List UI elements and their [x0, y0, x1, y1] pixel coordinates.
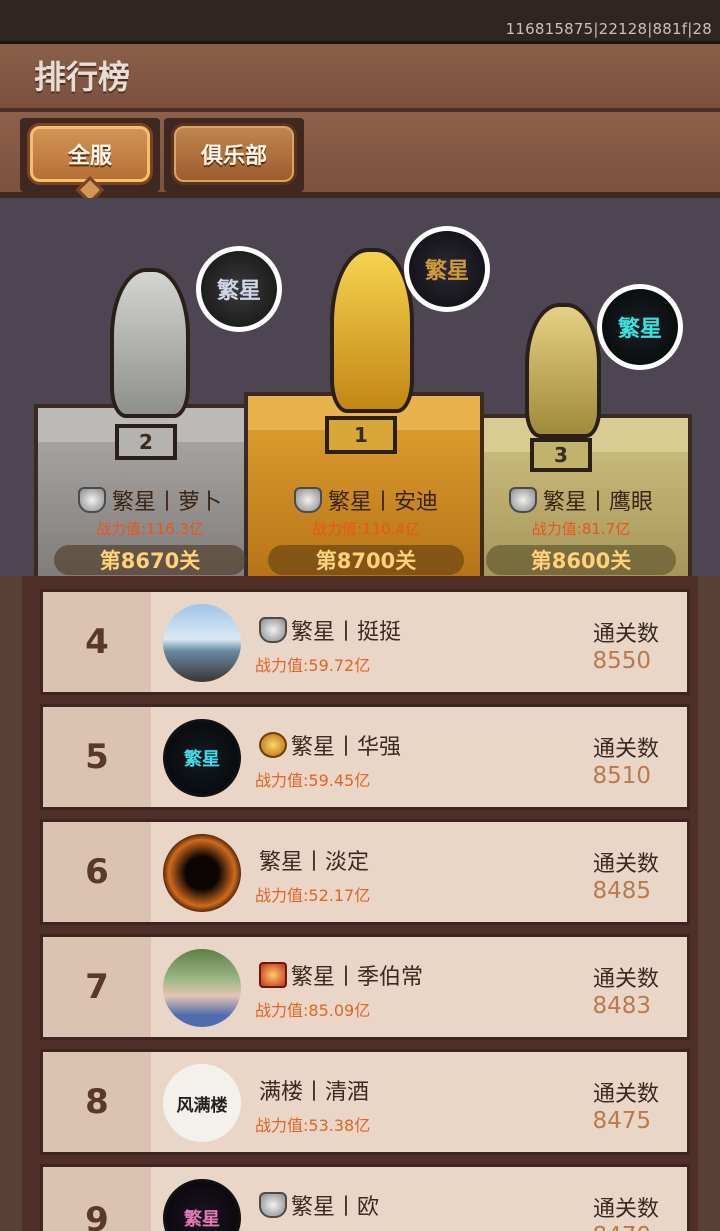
player-name: 满楼丨清酒	[259, 1080, 370, 1105]
stat-label: 通关数	[592, 1197, 659, 1222]
ranking-row[interactable]: 7 繁星丨季伯常 战力值:85.09亿 通关数 8483	[40, 934, 690, 1040]
player-name: 繁星丨萝卜	[111, 490, 222, 515]
ranking-row[interactable]: 4 繁星丨挺挺 战力值:59.72亿 通关数 8550	[40, 589, 690, 695]
power-value: 战力值:59.45亿	[255, 771, 371, 790]
title-bar: 排行榜	[0, 44, 720, 112]
guild-badge-icon	[259, 962, 287, 988]
player-name: 繁星丨淡定	[259, 850, 370, 875]
avatar[interactable]: 繁星	[163, 1179, 241, 1231]
stat-label: 通关数	[592, 967, 659, 992]
podium-avatar-3[interactable]: 繁星	[597, 284, 683, 370]
level-pill: 第8700关	[268, 545, 464, 575]
silver-trophy-icon	[110, 268, 190, 418]
guild-badge-icon	[259, 732, 287, 758]
stat-value: 8485	[592, 878, 651, 904]
power-value: 战力值:53.38亿	[255, 1116, 371, 1135]
stat-value: 8550	[592, 648, 651, 674]
guild-badge-icon	[508, 487, 537, 513]
power-value: 战力值:116.3亿	[96, 520, 204, 538]
stat-value: 8470	[592, 1223, 651, 1231]
trophy-base-1: 1	[325, 416, 397, 454]
stat-label: 通关数	[592, 737, 659, 762]
ranking-row[interactable]: 5 繁星 繁星丨华强 战力值:59.45亿 通关数 8510	[40, 704, 690, 810]
build-id: 116815875|22128|881f|28	[505, 20, 712, 38]
podium-avatar-2[interactable]: 繁星	[196, 246, 282, 332]
rank-number: 5	[43, 707, 151, 807]
gold-trophy-icon	[330, 248, 414, 413]
guild-badge-icon	[259, 1192, 287, 1218]
power-value: 战力值:85.09亿	[255, 1001, 371, 1020]
rank-number: 6	[43, 822, 151, 922]
tab-frame-club: 俱乐部	[164, 118, 304, 192]
player-name: 繁星丨挺挺	[291, 620, 402, 645]
stat-label: 通关数	[592, 852, 659, 877]
podium-entry-2[interactable]: 繁星丨萝卜 战力值:116.3亿 第8670关	[54, 484, 246, 575]
power-value: 战力值:81.7亿	[531, 520, 631, 538]
stat-label: 通关数	[592, 1082, 659, 1107]
podium-entry-1[interactable]: 繁星丨安迪 战力值:110.4亿 第8700关	[268, 484, 464, 575]
player-name: 繁星丨鹰眼	[542, 490, 653, 515]
tab-club[interactable]: 俱乐部	[174, 126, 294, 182]
player-name: 繁星丨华强	[291, 735, 402, 760]
avatar[interactable]: 繁星	[163, 719, 241, 797]
avatar[interactable]	[163, 604, 241, 682]
stat-value: 8510	[592, 763, 651, 789]
guild-badge-icon	[77, 487, 106, 513]
tab-all-server[interactable]: 全服	[30, 126, 150, 182]
ranking-row[interactable]: 9 繁星 繁星丨欧 通关数 8470	[40, 1164, 690, 1231]
power-value: 战力值:52.17亿	[255, 886, 371, 905]
level-pill: 第8600关	[486, 545, 676, 575]
page-title: 排行榜	[34, 58, 131, 96]
player-name: 繁星丨安迪	[327, 490, 438, 515]
podium-avatar-1[interactable]: 繁星	[404, 226, 490, 312]
avatar[interactable]	[163, 949, 241, 1027]
avatar[interactable]	[163, 834, 241, 912]
rank-number: 7	[43, 937, 151, 1037]
rank-number: 9	[43, 1167, 151, 1231]
top-status-strip: 116815875|22128|881f|28	[0, 0, 720, 44]
player-name: 繁星丨季伯常	[291, 965, 424, 990]
guild-badge-icon	[293, 487, 322, 513]
ranking-row[interactable]: 6 繁星丨淡定 战力值:52.17亿 通关数 8485	[40, 819, 690, 925]
bronze-trophy-icon	[525, 303, 601, 438]
rank-number: 4	[43, 592, 151, 692]
stat-value: 8475	[592, 1108, 651, 1134]
trophy-base-2: 2	[115, 424, 177, 460]
guild-badge-icon	[259, 617, 287, 643]
podium-entry-3[interactable]: 繁星丨鹰眼 战力值:81.7亿 第8600关	[486, 484, 676, 575]
level-pill: 第8670关	[54, 545, 246, 575]
power-value: 战力值:110.4亿	[312, 520, 420, 538]
trophy-base-3: 3	[530, 438, 592, 472]
power-value: 战力值:59.72亿	[255, 656, 371, 675]
stat-value: 8483	[592, 993, 651, 1019]
stat-label: 通关数	[592, 622, 659, 647]
ranking-row[interactable]: 8 风满楼 满楼丨清酒 战力值:53.38亿 通关数 8475	[40, 1049, 690, 1155]
avatar[interactable]: 风满楼	[163, 1064, 241, 1142]
player-name: 繁星丨欧	[291, 1195, 380, 1220]
rank-number: 8	[43, 1052, 151, 1152]
tab-bar: 全服 俱乐部	[0, 112, 720, 198]
